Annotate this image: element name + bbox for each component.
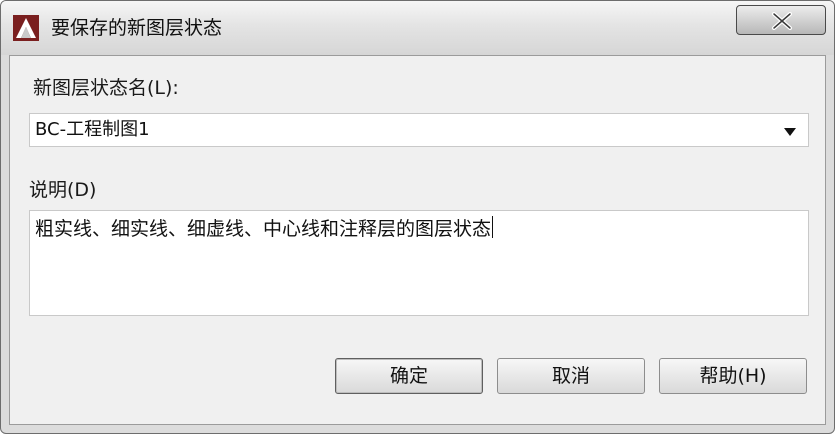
description-label: 说明(D): [29, 179, 97, 201]
text-caret: [492, 216, 494, 238]
dialog-body: 新图层状态名(L): BC-工程制图1 说明(D) 粗实线、细实线、细虚线、中心…: [9, 55, 826, 425]
autocad-logo-icon: [13, 15, 39, 41]
close-icon: [772, 12, 792, 30]
layer-state-name-label: 新图层状态名(L):: [33, 77, 179, 99]
layer-state-name-value: BC-工程制图1: [35, 119, 150, 140]
dropdown-arrow-icon[interactable]: [784, 128, 796, 136]
help-button[interactable]: 帮助(H): [659, 358, 807, 394]
title-bar[interactable]: 要保存的新图层状态: [1, 1, 834, 55]
description-textarea[interactable]: 粗实线、细实线、细虚线、中心线和注释层的图层状态: [29, 210, 809, 316]
window-title: 要保存的新图层状态: [51, 17, 223, 39]
save-layer-state-dialog: 要保存的新图层状态 新图层状态名(L): BC-工程制图1 说明(D) 粗实线、…: [0, 0, 835, 434]
ok-button[interactable]: 确定: [335, 358, 483, 394]
cancel-button[interactable]: 取消: [497, 358, 645, 394]
close-button[interactable]: [736, 5, 826, 35]
layer-state-name-combobox[interactable]: BC-工程制图1: [29, 113, 809, 147]
description-value: 粗实线、细实线、细虚线、中心线和注释层的图层状态: [35, 216, 494, 240]
